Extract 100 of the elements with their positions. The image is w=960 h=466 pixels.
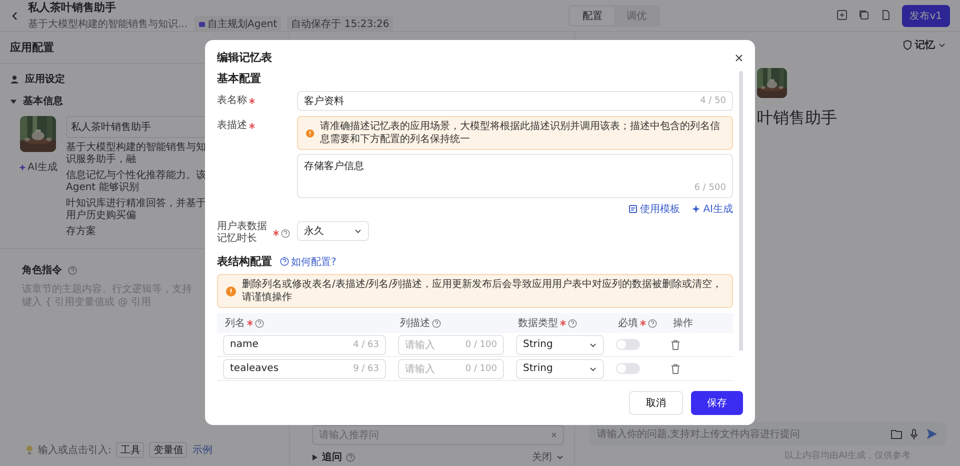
ai-generate-label: AI生成	[28, 160, 58, 174]
sparkle-icon	[692, 205, 700, 213]
required-toggle[interactable]	[616, 363, 640, 374]
back-icon[interactable]	[10, 10, 20, 20]
description-line: 基于大模型构建的智能销售与知识服务助手，融	[66, 142, 206, 166]
help-icon	[280, 257, 289, 266]
chevron-down-icon	[589, 340, 597, 348]
required-icon	[640, 320, 646, 326]
help-icon	[255, 318, 264, 328]
follow-up-status[interactable]: 关闭	[532, 450, 552, 464]
caret-right-icon[interactable]	[312, 454, 318, 460]
data-type-value: String	[523, 363, 553, 374]
app-title: 私人茶叶销售助手	[28, 0, 117, 14]
required-toggle[interactable]	[616, 339, 640, 350]
help-icon	[68, 266, 77, 274]
warning-text: 删除列名或修改表名/表描述/列名/列描述，应用更新发布后会导致应用用户表中对应列的数据被删除或清空，请谨慎操作	[242, 278, 724, 304]
cancel-button[interactable]: 取消	[629, 391, 683, 415]
trash-icon[interactable]	[671, 340, 680, 350]
data-type-select[interactable]: String	[516, 334, 604, 354]
description-textarea[interactable]: 存储客户信息 6 / 500	[297, 154, 733, 198]
description-line: 存方案	[66, 226, 97, 238]
mode-tab[interactable]: 配置	[570, 6, 614, 24]
chevron-down-icon	[589, 364, 597, 372]
required-icon	[273, 230, 279, 236]
warning-icon	[306, 128, 314, 138]
char-count: 0 / 100	[465, 340, 497, 350]
section-title: 基本配置	[217, 71, 262, 86]
close-icon[interactable]	[735, 54, 743, 62]
send-icon[interactable]	[926, 428, 938, 440]
template-link[interactable]: 使用模板	[629, 202, 680, 216]
description-line: 信息记忆与个性化推荐能力。该 Agent 能够识别	[66, 170, 206, 194]
warning-icon	[226, 286, 236, 296]
save-button[interactable]: 保存	[691, 391, 743, 415]
example-link[interactable]: 示例	[192, 443, 212, 457]
ai-generate-link[interactable]: AI生成	[692, 202, 733, 216]
chevron-down-icon	[354, 227, 362, 235]
field-label: 表描述	[217, 120, 247, 132]
column-header: 操作	[673, 317, 693, 330]
field-label: 用户表数据记忆时长	[217, 221, 268, 245]
link-label: 使用模板	[640, 202, 680, 216]
trash-icon[interactable]	[671, 364, 680, 374]
data-type-select[interactable]: String	[516, 358, 604, 378]
agent-badge-label: 自主规划Agent	[208, 18, 278, 30]
table-name-field[interactable]: 客户资料 4 / 50	[297, 91, 733, 111]
app-subtitle: 基于大模型构建的智能销售与知识...	[28, 18, 188, 30]
microphone-icon[interactable]	[910, 428, 918, 440]
field-value: name	[230, 339, 260, 350]
lightbulb-icon	[26, 445, 33, 455]
ai-generate-link[interactable]: AI生成	[18, 160, 58, 174]
section-title: 表结构配置	[217, 254, 272, 269]
char-count: 9 / 63	[353, 364, 379, 374]
required-icon	[560, 320, 566, 326]
column-name-field[interactable]: name 4 / 63	[223, 334, 386, 354]
section-label: 基本信息	[23, 94, 63, 108]
data-type-value: String	[523, 339, 553, 350]
column-header: 数据类型	[518, 316, 558, 330]
app-name-field[interactable]: 私人茶叶销售助手	[66, 116, 206, 138]
person-icon	[10, 74, 19, 84]
column-header: 列名	[225, 317, 245, 330]
char-count: 6 / 500	[694, 183, 726, 193]
memory-label: 记忆	[915, 38, 935, 52]
scrollbar[interactable]	[739, 71, 743, 351]
recommend-question-placeholder: 请输入推荐问	[319, 428, 379, 442]
help-link[interactable]: 如何配置?	[280, 254, 336, 268]
field-value: tealeaves	[230, 363, 280, 374]
caret-down-icon[interactable]	[10, 98, 17, 104]
chevron-down-icon	[556, 453, 564, 461]
autosave-status: 自动保存于 15:23:26	[287, 16, 394, 32]
chat-placeholder: 请输入你的问题,支持对上传文件内容进行提问	[597, 428, 802, 441]
help-icon	[568, 318, 577, 328]
warning-text: 请准确描述记忆表的应用场景，大模型将根据此描述识别并调用该表；描述中包含的列名信息需要和下方配置的列名保持统一	[320, 120, 722, 146]
description-line: 叶知识库进行精准回答，并基于用户历史购买偏	[66, 198, 206, 222]
insert-chip[interactable]: 变量值	[149, 442, 188, 458]
dialog-title: 编辑记忆表	[217, 50, 272, 65]
field-placeholder: 请输入	[405, 338, 436, 352]
help-icon	[648, 318, 657, 328]
char-count: 4 / 50	[700, 96, 726, 106]
insert-chip[interactable]: 工具	[116, 442, 144, 458]
required-icon	[247, 320, 253, 326]
hint-text: 输入或点击引入:	[38, 444, 112, 457]
document-icon[interactable]	[880, 8, 892, 20]
link-label: AI生成	[703, 202, 733, 216]
chevron-down-icon	[938, 41, 946, 49]
field-placeholder: 请输入	[405, 362, 436, 376]
sparkle-icon	[18, 164, 26, 170]
copy-icon[interactable]	[858, 8, 870, 20]
field-value: 客户资料	[304, 94, 345, 108]
char-count: 4 / 63	[353, 340, 379, 350]
field-label: 表名称	[217, 95, 247, 107]
memory-dropdown[interactable]: 记忆	[903, 38, 946, 52]
duration-select[interactable]: 永久	[297, 221, 369, 241]
publish-button[interactable]: 发布v1	[902, 4, 950, 26]
assistant-title: 叶销售助手	[757, 108, 838, 129]
required-icon	[249, 98, 255, 104]
column-header: 列描述	[400, 316, 430, 330]
column-header: 必填	[618, 316, 638, 330]
column-name-field[interactable]: tealeaves 9 / 63	[223, 358, 386, 378]
help-link-label: 如何配置?	[291, 256, 336, 268]
template-icon	[629, 205, 638, 213]
description-value: 存储客户信息	[304, 160, 365, 173]
